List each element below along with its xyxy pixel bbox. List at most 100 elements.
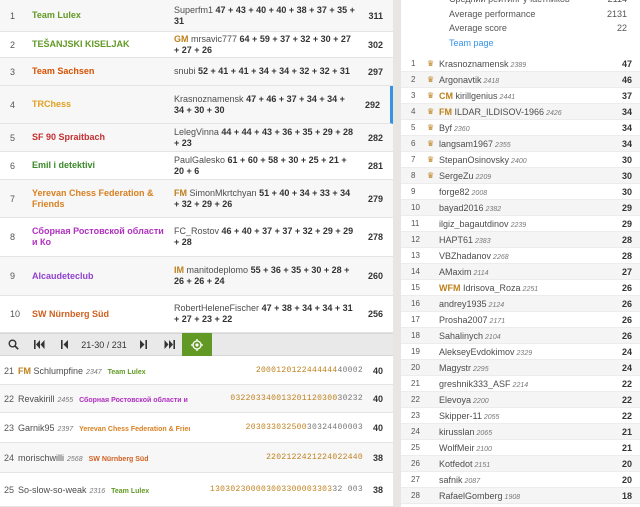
leader-name[interactable]: RobertHeleneFischer xyxy=(174,303,259,313)
player-team-link[interactable]: Team Lulex xyxy=(111,488,149,495)
roster-player-name[interactable]: Krasnoznamensk xyxy=(439,59,509,69)
leader-name[interactable]: SimonMkrtchyan xyxy=(190,188,257,198)
roster-row[interactable]: 17 Prosha2007 2171 26 xyxy=(401,312,640,328)
team-row[interactable]: 8 Сборная Ростовской области и Ко FC_Rosto… xyxy=(0,218,393,257)
roster-player-name[interactable]: greshnik333_ASF xyxy=(439,379,511,389)
roster-player-name[interactable]: AlekseyEvdokimov xyxy=(439,347,515,357)
player-team-link[interactable]: Team Lulex xyxy=(108,369,146,376)
roster-player-name[interactable]: HAPT61 xyxy=(439,235,473,245)
roster-player-name[interactable]: safnik xyxy=(439,475,463,485)
roster-row[interactable]: 24 kirusslan 2065 21 xyxy=(401,424,640,440)
roster-row[interactable]: 7 ♛ StepanOsinovsky 2400 30 xyxy=(401,152,640,168)
leader-name[interactable]: mrsavic777 xyxy=(191,34,237,44)
team-name-link[interactable]: TEŠANJSKI KISELJAK xyxy=(32,39,174,50)
roster-row[interactable]: 12 HAPT61 2383 28 xyxy=(401,232,640,248)
player-team-link[interactable]: Сборная Ростовской области и Ко xyxy=(79,397,190,404)
team-row[interactable]: 4 TRChess Krasnoznamensk 47 + 46 + 37 + 34… xyxy=(0,86,393,124)
team-page-link[interactable]: Team page xyxy=(449,38,494,48)
player-name-link[interactable]: morischwilli xyxy=(18,453,64,463)
roster-row[interactable]: 3 ♛ CM kirillgenius 2441 37 xyxy=(401,88,640,104)
roster-player-name[interactable]: Prosha2007 xyxy=(439,315,488,325)
roster-player-name[interactable]: AMaxim xyxy=(439,267,472,277)
roster-player-name[interactable]: VBZhadanov xyxy=(439,251,491,261)
roster-player-name[interactable]: Elevoya xyxy=(439,395,471,405)
prev-page-button[interactable] xyxy=(52,334,78,355)
roster-player-name[interactable]: kirusslan xyxy=(439,427,475,437)
leader-name[interactable]: LelegVinna xyxy=(174,127,219,137)
player-name-link[interactable]: Garnik95 xyxy=(18,423,55,433)
player-name-link[interactable]: Schlumpfine xyxy=(34,366,84,376)
roster-player-name[interactable]: ilgiz_bagautdinov xyxy=(439,219,509,229)
roster-player-name[interactable]: ILDAR_ILDISOV-1966 xyxy=(455,107,545,117)
last-page-button[interactable] xyxy=(156,334,182,355)
player-row[interactable]: 22 Revakirill 2455 Сборная Ростовской облас… xyxy=(0,385,393,413)
search-button[interactable] xyxy=(0,334,26,355)
team-row[interactable]: 7 Yerevan Chess Federation & Friends FM Si… xyxy=(0,180,393,218)
team-row[interactable]: 10 SW Nürnberg Süd RobertHeleneFischer 47 … xyxy=(0,296,393,333)
leader-name[interactable]: snubi xyxy=(174,66,196,76)
roster-player-name[interactable]: forge82 xyxy=(439,187,470,197)
roster-player-name[interactable]: Skipper-11 xyxy=(439,411,482,421)
player-name-link[interactable]: So-slow-so-weak xyxy=(18,485,87,495)
player-name-link[interactable]: Revakirill xyxy=(18,394,55,404)
roster-row[interactable]: 14 AMaxim 2114 27 xyxy=(401,264,640,280)
team-name-link[interactable]: Emil i detektivi xyxy=(32,160,174,171)
roster-row[interactable]: 23 Skipper-11 2055 22 xyxy=(401,408,640,424)
roster-row[interactable]: 13 VBZhadanov 2268 28 xyxy=(401,248,640,264)
roster-row[interactable]: 21 greshnik333_ASF 2214 22 xyxy=(401,376,640,392)
leader-name[interactable]: Krasnoznamensk xyxy=(174,94,244,104)
team-row[interactable]: 2 TEŠANJSKI KISELJAK GM mrsavic777 64 + 59… xyxy=(0,32,393,58)
team-row[interactable]: 1 Team Lulex Superfm1 47 + 43 + 40 + 40 + … xyxy=(0,0,393,32)
team-name-link[interactable]: Сборная Ростовской области и Ко xyxy=(32,226,174,248)
roster-row[interactable]: 26 Kotfedot 2151 20 xyxy=(401,456,640,472)
roster-row[interactable]: 5 ♛ Byf 2360 34 xyxy=(401,120,640,136)
team-name-link[interactable]: SF 90 Spraitbach xyxy=(32,132,174,143)
roster-player-name[interactable]: andrey1935 xyxy=(439,299,487,309)
leader-name[interactable]: FC_Rostov xyxy=(174,226,219,236)
roster-player-name[interactable]: kirillgenius xyxy=(456,91,498,101)
first-page-button[interactable] xyxy=(26,334,52,355)
player-row[interactable]: 21 FM Schlumpfine 2347 Team Lulex 2000120122… xyxy=(0,357,393,385)
roster-row[interactable]: 6 ♛ langsam1967 2355 34 xyxy=(401,136,640,152)
leader-name[interactable]: Superfm1 xyxy=(174,5,213,15)
roster-row[interactable]: 22 Elevoya 2200 22 xyxy=(401,392,640,408)
leader-name[interactable]: PaulGalesko xyxy=(174,155,225,165)
roster-row[interactable]: 20 Magystr 2295 24 xyxy=(401,360,640,376)
roster-row[interactable]: 18 Sahalinych 2104 26 xyxy=(401,328,640,344)
roster-row[interactable]: 28 RafaelGomberg 1908 18 xyxy=(401,488,640,504)
roster-player-name[interactable]: langsam1967 xyxy=(439,139,493,149)
leader-name[interactable]: manitodeplomo xyxy=(187,265,249,275)
roster-player-name[interactable]: WolfMeir xyxy=(439,443,474,453)
team-name-link[interactable]: TRChess xyxy=(32,99,174,110)
team-name-link[interactable]: Team Sachsen xyxy=(32,66,174,77)
roster-player-name[interactable]: StepanOsinovsky xyxy=(439,155,509,165)
roster-row[interactable]: 15 WFM Idrisova_Roza 2251 26 xyxy=(401,280,640,296)
team-row[interactable]: 9 Alcaudeteclub IM manitodeplomo 55 + 36 +… xyxy=(0,257,393,296)
roster-row[interactable]: 11 ilgiz_bagautdinov 2239 29 xyxy=(401,216,640,232)
player-team-link[interactable]: Yerevan Chess Federation & Friends xyxy=(79,426,190,433)
roster-row[interactable]: 8 ♛ SergeZu 2209 30 xyxy=(401,168,640,184)
roster-row[interactable]: 25 WolfMeir 2100 21 xyxy=(401,440,640,456)
roster-player-name[interactable]: Magystr xyxy=(439,363,471,373)
team-row[interactable]: 5 SF 90 Spraitbach LelegVinna 44 + 44 + 43… xyxy=(0,124,393,152)
next-page-button[interactable] xyxy=(130,334,156,355)
player-row[interactable]: 24 morischwilli 2568 SW Nürnberg Süd 2202122… xyxy=(0,443,393,473)
roster-row[interactable]: 27 safnik 2087 20 xyxy=(401,472,640,488)
team-name-link[interactable]: SW Nürnberg Süd xyxy=(32,309,174,320)
team-row[interactable]: 6 Emil i detektivi PaulGalesko 61 + 60 + 5… xyxy=(0,152,393,180)
player-team-link[interactable]: SW Nürnberg Süd xyxy=(89,456,149,463)
roster-player-name[interactable]: SergeZu xyxy=(439,171,474,181)
jump-to-my-team-button[interactable] xyxy=(182,333,212,356)
team-name-link[interactable]: Team Lulex xyxy=(32,10,174,21)
player-row[interactable]: 25 So-slow-so-weak 2316 Team Lulex 130302300… xyxy=(0,473,393,507)
roster-player-name[interactable]: Kotfedot xyxy=(439,459,473,469)
roster-row[interactable]: 9 forge82 2008 30 xyxy=(401,184,640,200)
roster-row[interactable]: 16 andrey1935 2124 26 xyxy=(401,296,640,312)
roster-player-name[interactable]: Argonavtik xyxy=(439,75,482,85)
roster-player-name[interactable]: RafaelGomberg xyxy=(439,491,503,501)
roster-row[interactable]: 4 ♛ FM ILDAR_ILDISOV-1966 2426 34 xyxy=(401,104,640,120)
roster-row[interactable]: 1 ♛ Krasnoznamensk 2389 47 xyxy=(401,56,640,72)
roster-player-name[interactable]: bayad2016 xyxy=(439,203,484,213)
team-name-link[interactable]: Yerevan Chess Federation & Friends xyxy=(32,188,174,210)
roster-row[interactable]: 19 AlekseyEvdokimov 2329 24 xyxy=(401,344,640,360)
